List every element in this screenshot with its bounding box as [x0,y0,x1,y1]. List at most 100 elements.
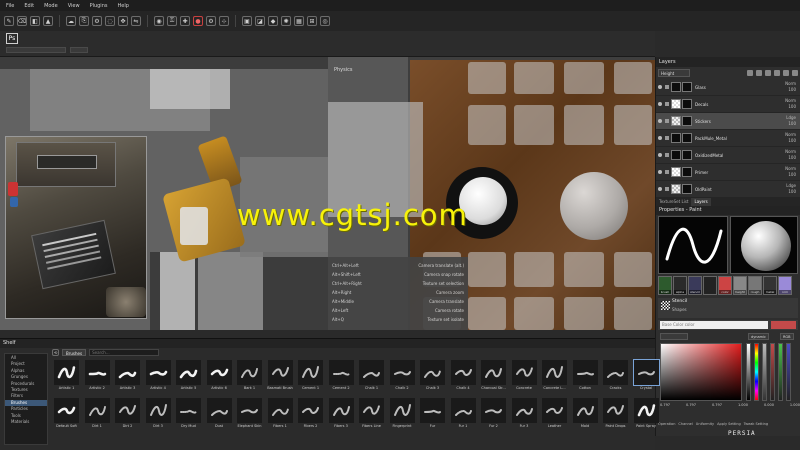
brush-item[interactable]: Dirt 2 [113,397,143,434]
fill-icon[interactable]: ▣ [242,16,252,26]
brush-item[interactable]: Fingerprint [388,397,418,434]
add-layer-icon[interactable] [747,70,753,76]
layer-row-oxidizedmetal[interactable]: OxidizedMetal Norm 100 [656,147,800,164]
brush-flow-field[interactable] [70,47,88,53]
brush-item[interactable]: Fur 1 [449,397,479,434]
visibility-eye-icon[interactable] [658,119,662,123]
shape-icon[interactable]: ◆ [268,16,278,26]
folder-toggle-icon[interactable] [665,136,669,140]
folder-toggle-icon[interactable] [665,85,669,89]
brush-item[interactable]: Cracks [601,359,631,396]
photoshop-export-button[interactable]: Ps [6,33,18,44]
transform-icon[interactable]: ✥ [118,16,128,26]
add-effect-icon[interactable] [774,70,780,76]
brush-item[interactable]: Crystal [632,359,662,396]
brush-item[interactable]: Artistic 6 [205,359,235,396]
brush-item[interactable]: Paint Spray [632,397,662,434]
brush-item[interactable]: Artistic 5 [174,359,204,396]
channel-slot-alpha[interactable]: alpha [673,276,687,295]
base-color-field[interactable]: Base Color color [660,321,768,329]
bake-icon[interactable]: ⚙ [92,16,102,26]
color-value-field[interactable]: 1.000 [738,403,748,411]
color-value-field[interactable]: 0.797 [686,403,696,411]
mask-icon[interactable]: ◪ [255,16,265,26]
brush-item[interactable]: Fibers 1 [266,397,296,434]
color-value-field[interactable]: 1.000 [790,403,800,411]
channel-slot-color[interactable]: color [718,276,732,295]
brush-item[interactable]: Dry Mud [174,397,204,434]
properties-tab[interactable]: Uniformity [696,422,714,430]
lock-icon[interactable]: ⚿ [167,16,177,26]
folder-toggle-icon[interactable] [665,119,669,123]
channel-slot-rough[interactable]: rough [748,276,762,295]
base-color-swatch[interactable] [771,321,796,329]
menu-file[interactable]: File [6,3,14,9]
red-slider[interactable] [770,343,775,401]
picker-icon[interactable]: ✚ [180,16,190,26]
saturation-slider[interactable] [762,343,767,401]
layer-row-packmule-metal[interactable]: PackMule_Metal Norm 100 [656,130,800,147]
visibility-eye-icon[interactable] [658,170,662,174]
properties-tab[interactable]: Tweak Setting [744,422,768,430]
layer-blend-info[interactable]: Norm 100 [785,166,796,178]
settings-icon[interactable]: ⚙ [206,16,216,26]
snap-icon[interactable]: ⊞ [307,16,317,26]
shelf-filter-icon[interactable]: ⟲ [52,349,59,356]
color-mode-field[interactable] [660,333,688,340]
brush-item[interactable]: Fur 3 [510,397,540,434]
channel-slot-empty[interactable] [703,276,717,295]
brush-item[interactable]: Concrete [510,359,540,396]
brush-item[interactable]: Artistic 3 [113,359,143,396]
layer-row-glass[interactable]: Glass Norm 100 [656,79,800,96]
paint-brush-icon[interactable]: ✎ [4,16,14,26]
visibility-eye-icon[interactable] [658,102,662,106]
menu-mode[interactable]: Mode [44,3,58,9]
layer-blend-info[interactable]: Ldge 100 [786,115,796,127]
axis-icon[interactable]: ⊹ [219,16,229,26]
grid-icon[interactable]: ▦ [294,16,304,26]
menu-plugins[interactable]: Plugins [90,3,108,9]
brush-item[interactable]: Artistic 4 [144,359,174,396]
record-icon[interactable]: ● [193,16,203,26]
brush-item[interactable]: Fibers 3 [327,397,357,434]
layer-row-decals[interactable]: Decals Norm 100 [656,96,800,113]
blue-slider[interactable] [786,343,791,401]
channel-slot-brush[interactable]: brush [658,276,672,295]
projection-icon[interactable]: ◧ [30,16,40,26]
folder-toggle-icon[interactable] [665,187,669,191]
delete-layer-icon[interactable] [792,70,798,76]
add-mask-icon[interactable] [765,70,771,76]
brush-item[interactable]: Cement 1 [296,359,326,396]
layer-blend-info[interactable]: Norm 100 [785,132,796,144]
layer-blend-info[interactable]: Norm 100 [785,81,796,93]
tab-textureset-list[interactable]: TextureSet List [656,198,691,206]
symmetry-icon[interactable]: ⇋ [131,16,141,26]
eraser-icon[interactable]: ⌫ [17,16,27,26]
brush-item[interactable]: Dirt 1 [83,397,113,434]
color-picker-square[interactable] [660,343,742,401]
value-slider[interactable] [746,343,751,401]
brush-item[interactable]: Chalk 1 [357,359,387,396]
color-value-field[interactable]: 0.797 [712,403,722,411]
lasso-icon[interactable]: ◌ [105,16,115,26]
properties-tab[interactable]: Channel [678,422,692,430]
tab-layers[interactable]: Layers [691,198,711,206]
brush-item[interactable]: Fibers Line [357,397,387,434]
brush-item[interactable]: Mold [571,397,601,434]
brush-item[interactable]: Dust [205,397,235,434]
channel-slot-metal[interactable]: metal [763,276,777,295]
menu-help[interactable]: Help [117,3,128,9]
properties-tab[interactable]: Apply Setting [717,422,741,430]
visibility-eye-icon[interactable] [658,153,662,157]
stencil-section[interactable]: Stencil Shapes [658,298,798,318]
layer-row-primer[interactable]: Primer Norm 100 [656,164,800,181]
visibility-eye-icon[interactable] [658,136,662,140]
smudge-icon[interactable]: ☁ [66,16,76,26]
particle-icon[interactable]: ✺ [281,16,291,26]
clone-icon[interactable]: ⎘ [79,16,89,26]
brush-item[interactable]: Concrete L... [540,359,570,396]
add-fill-layer-icon[interactable] [756,70,762,76]
menu-edit[interactable]: Edit [24,3,34,9]
visibility-eye-icon[interactable] [658,85,662,89]
polygon-fill-icon[interactable]: ▲ [43,16,53,26]
